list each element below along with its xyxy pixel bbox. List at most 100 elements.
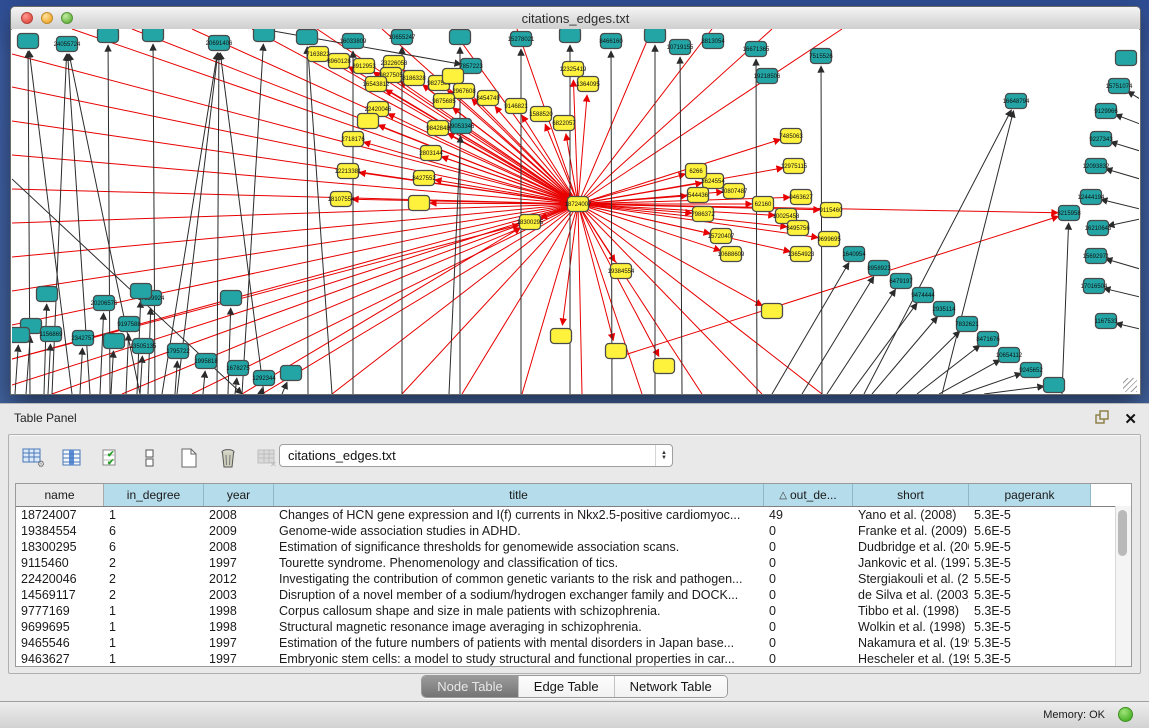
network-canvas[interactable]: 2405572420691406160338091065524715278021…: [12, 29, 1139, 394]
table-row[interactable]: 1938455462009Genome-wide association stu…: [16, 523, 1131, 539]
graph-node[interactable]: [143, 29, 164, 42]
graph-node[interactable]: 9474444: [911, 288, 935, 303]
graph-node[interactable]: 8912953: [352, 59, 376, 74]
zoom-window-button[interactable]: [61, 12, 73, 24]
tab-edge-table[interactable]: Edge Table: [518, 676, 614, 697]
minimize-window-button[interactable]: [41, 12, 53, 24]
graph-node[interactable]: 10688609: [718, 247, 745, 262]
graph-node[interactable]: 1167533: [1095, 314, 1119, 329]
graph-node[interactable]: 9245652: [1019, 363, 1043, 378]
graph-node[interactable]: 9227343: [1089, 132, 1113, 147]
table-mode-icon[interactable]: ⚙: [21, 446, 45, 470]
graph-node[interactable]: 1995818: [194, 354, 218, 369]
graph-node[interactable]: 8186328: [402, 71, 426, 86]
graph-node[interactable]: 8427552: [412, 171, 436, 186]
graph-node[interactable]: 15692971: [1083, 249, 1110, 264]
graph-node[interactable]: 6822057: [552, 116, 576, 131]
graph-node[interactable]: 16648794: [1003, 94, 1030, 109]
table-row[interactable]: 946554611997Estimation of the future num…: [16, 635, 1131, 651]
table-row[interactable]: 946362711997Embryonic stem cells: a mode…: [16, 651, 1131, 667]
graph-node[interactable]: 9699695: [817, 232, 841, 247]
graph-node[interactable]: [1116, 51, 1137, 66]
graph-node[interactable]: 6479197: [889, 274, 913, 289]
graph-node[interactable]: [645, 29, 666, 43]
graph-node[interactable]: 12213381: [335, 164, 362, 179]
graph-node[interactable]: [443, 69, 464, 84]
graph-node[interactable]: [281, 366, 302, 381]
graph-node[interactable]: 7832621: [955, 317, 979, 332]
graph-node[interactable]: 15278021: [508, 32, 535, 47]
graph-node[interactable]: 2967608: [452, 84, 476, 99]
scrollbar-thumb[interactable]: [1118, 510, 1127, 556]
table-selector[interactable]: citations_edges.txt ▲▼: [279, 444, 673, 467]
graph-node[interactable]: 10654112: [996, 348, 1023, 363]
graph-node[interactable]: 62160: [753, 197, 774, 212]
graph-node[interactable]: 8454749: [476, 91, 500, 106]
graph-node[interactable]: 18107554: [328, 192, 355, 207]
graph-node[interactable]: 18724007: [565, 197, 592, 212]
graph-node[interactable]: 1292344: [252, 371, 276, 386]
graph-node[interactable]: 2935114: [933, 302, 957, 317]
column-header-name[interactable]: name: [16, 484, 104, 506]
resize-grip-icon[interactable]: [1123, 378, 1137, 392]
graph-node[interactable]: 24055724: [54, 37, 81, 52]
graph-node[interactable]: 1640954: [842, 247, 866, 262]
column-header-short[interactable]: short: [853, 484, 969, 506]
table-row[interactable]: 1830029562008Estimation of significance …: [16, 539, 1131, 555]
graph-node[interactable]: [12, 328, 30, 343]
graph-node[interactable]: 7485063: [779, 129, 803, 144]
graph-node[interactable]: 3215958: [1057, 206, 1081, 221]
graph-node[interactable]: 16210643: [1085, 221, 1112, 236]
table-row[interactable]: 969969511998Structural magnetic resonanc…: [16, 619, 1131, 635]
graph-node[interactable]: 10655247: [389, 30, 416, 45]
graph-node[interactable]: [104, 334, 125, 349]
graph-node[interactable]: 15720407: [708, 229, 735, 244]
graph-node[interactable]: 15751074: [1106, 79, 1133, 94]
graph-node[interactable]: 16033809: [340, 34, 367, 49]
column-header-out_degree[interactable]: △out_de...: [764, 484, 853, 506]
column-header-title[interactable]: title: [274, 484, 764, 506]
graph-node[interactable]: 8495756: [786, 221, 810, 236]
show-columns-icon[interactable]: [60, 446, 84, 470]
graph-node[interactable]: 8471676: [976, 332, 1000, 347]
column-header-pagerank[interactable]: pagerank: [969, 484, 1091, 506]
graph-node[interactable]: 16671365: [743, 42, 770, 57]
graph-node[interactable]: 13654923: [788, 247, 815, 262]
graph-node[interactable]: 12325419: [560, 62, 587, 77]
graph-node[interactable]: 16543812: [363, 77, 390, 92]
graph-node[interactable]: 2718176: [341, 132, 365, 147]
graph-node[interactable]: [18, 34, 39, 49]
graph-node[interactable]: 9842848: [426, 121, 450, 136]
graph-node[interactable]: 18300295: [517, 215, 544, 230]
graph-node[interactable]: [551, 329, 572, 344]
tab-network-table[interactable]: Network Table: [614, 676, 727, 697]
graph-node[interactable]: 9875685: [432, 94, 456, 109]
graph-node[interactable]: 8813054: [701, 34, 725, 49]
graph-node[interactable]: 7515526: [809, 49, 833, 64]
window-titlebar[interactable]: citations_edges.txt: [11, 7, 1140, 30]
graph-node[interactable]: 12975115: [781, 159, 808, 174]
table-row[interactable]: 2242004622012Investigating the contribut…: [16, 571, 1131, 587]
tab-node-table[interactable]: Node Table: [422, 676, 518, 697]
row-selection-icon[interactable]: ✔ ✔: [99, 446, 123, 470]
graph-node[interactable]: [297, 30, 318, 45]
graph-node[interactable]: [560, 29, 581, 43]
graph-node[interactable]: [131, 284, 152, 299]
graph-node[interactable]: [358, 114, 379, 129]
graph-node[interactable]: 9146821: [504, 99, 528, 114]
graph-node[interactable]: 19384554: [608, 264, 635, 279]
graph-node[interactable]: 9129966: [1094, 104, 1118, 119]
graph-node[interactable]: 2342757: [71, 331, 95, 346]
graph-node[interactable]: [221, 291, 242, 306]
graph-node[interactable]: [606, 344, 627, 359]
graph-node[interactable]: 1795722: [166, 344, 190, 359]
graph-node[interactable]: 12093832: [1083, 159, 1110, 174]
graph-node[interactable]: 10807487: [721, 184, 748, 199]
graph-node[interactable]: 9115460: [820, 203, 844, 218]
close-window-button[interactable]: [21, 12, 33, 24]
float-window-icon[interactable]: [1094, 409, 1110, 430]
rows-icon[interactable]: [138, 446, 162, 470]
graph-node[interactable]: [762, 304, 783, 319]
graph-node[interactable]: 17016504: [1081, 279, 1108, 294]
column-header-year[interactable]: year: [204, 484, 274, 506]
